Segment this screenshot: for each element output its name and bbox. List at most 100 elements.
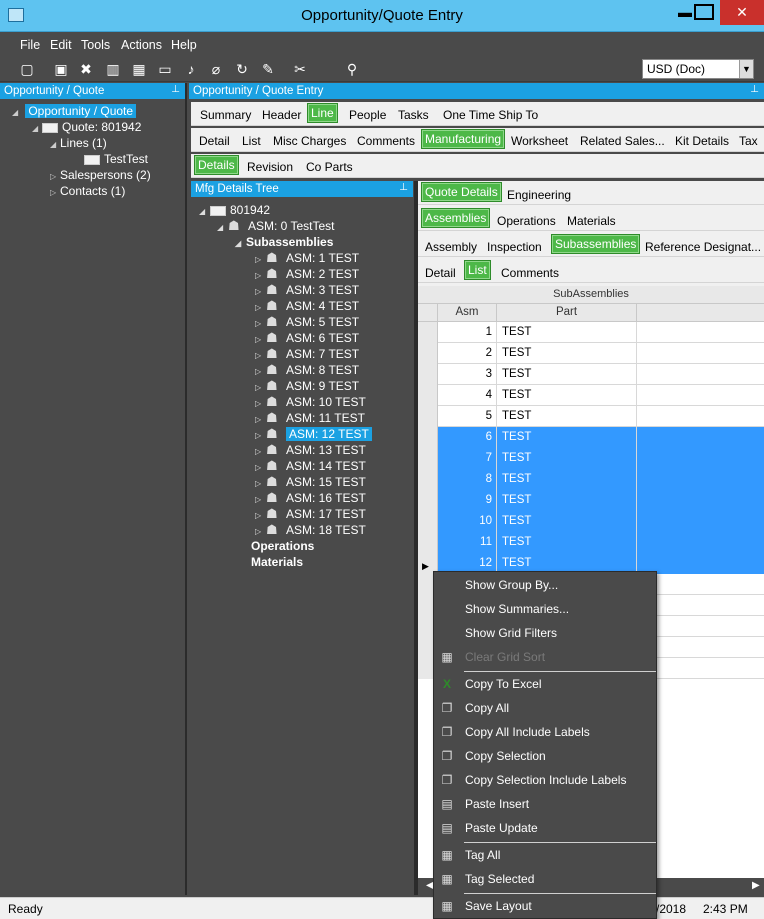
tab-assembly[interactable]: Assembly — [425, 240, 477, 254]
grid-icon[interactable]: ▦ — [130, 60, 148, 78]
menu-item-copy-selection[interactable]: ❐ Copy Selection — [434, 745, 656, 767]
expand-icon[interactable]: ◢ — [235, 236, 246, 252]
tree-asm-0[interactable]: ◢ ☗ ASM: 0 TestTest — [217, 218, 334, 234]
pin-icon[interactable]: ⊥ — [399, 181, 408, 195]
menu-help[interactable]: Help — [171, 38, 197, 52]
binoculars-icon[interactable]: ⚲ — [343, 60, 361, 78]
tab-header[interactable]: Header — [262, 108, 301, 122]
tab-assemblies[interactable]: Assemblies — [421, 208, 491, 228]
table-row[interactable]: 3 TEST — [418, 364, 764, 385]
menu-item-copy-all-include-labels[interactable]: ❐ Copy All Include Labels — [434, 721, 656, 743]
tree-subassembly-item[interactable]: ▷ ☗ ASM: 5 TEST — [255, 314, 359, 330]
expand-icon[interactable]: ◢ — [199, 204, 210, 220]
cell-asm[interactable]: 10 — [438, 511, 497, 532]
tab-one-time-ship-to[interactable]: One Time Ship To — [443, 108, 538, 122]
clear-icon[interactable]: ✎ — [259, 60, 277, 78]
tree-subassembly-item[interactable]: ▷ ☗ ASM: 14 TEST — [255, 458, 366, 474]
tree-subassembly-item[interactable]: ▷ ☗ ASM: 15 TEST — [255, 474, 366, 490]
menu-item-paste-insert[interactable]: ▤ Paste Insert — [434, 793, 656, 815]
expand-icon[interactable]: ◢ — [32, 121, 42, 137]
row-selector[interactable] — [418, 490, 438, 511]
cell-asm[interactable]: 2 — [438, 343, 497, 364]
tab-subassemblies[interactable]: Subassemblies — [551, 234, 641, 254]
cell-asm[interactable]: 7 — [438, 448, 497, 469]
tab-misc-charges[interactable]: Misc Charges — [273, 134, 346, 148]
tree-subassembly-item[interactable]: ▷ ☗ ASM: 8 TEST — [255, 362, 359, 378]
table-row[interactable]: 4 TEST — [418, 385, 764, 406]
tree-subassembly-item[interactable]: ▷ ☗ ASM: 3 TEST — [255, 282, 359, 298]
cell-asm[interactable]: 3 — [438, 364, 497, 385]
menu-item-save-layout[interactable]: ▦ Save Layout — [434, 895, 656, 917]
menu-file[interactable]: File — [20, 38, 40, 52]
attach-icon[interactable]: ⌀ — [207, 60, 225, 78]
row-selector[interactable] — [418, 322, 438, 343]
cell-asm[interactable]: 1 — [438, 322, 497, 343]
row-selector[interactable] — [418, 427, 438, 448]
tree-contacts[interactable]: ▷ Contacts (1) — [50, 183, 125, 201]
tree-subassembly-item[interactable]: ▷ ☗ ASM: 18 TEST — [255, 522, 366, 538]
pin-icon[interactable]: ⊥ — [171, 83, 180, 97]
collapse-icon[interactable]: ▷ — [50, 185, 60, 201]
phone-icon[interactable]: ♪ — [182, 60, 200, 78]
tree-subassembly-item[interactable]: ▷ ☗ ASM: 17 TEST — [255, 506, 366, 522]
cell-part[interactable]: TEST — [497, 343, 637, 364]
cell-asm[interactable]: 9 — [438, 490, 497, 511]
tab-manufacturing[interactable]: Manufacturing — [421, 129, 506, 149]
cell-part[interactable]: TEST — [497, 448, 637, 469]
tab-sub-comments[interactable]: Comments — [501, 266, 559, 280]
tree-subassembly-item[interactable]: ▷ ☗ ASM: 10 TEST — [255, 394, 366, 410]
menu-tools[interactable]: Tools — [81, 38, 110, 52]
tab-worksheet[interactable]: Worksheet — [511, 134, 568, 148]
tab-revision[interactable]: Revision — [247, 160, 293, 174]
tree-subassembly-item[interactable]: ▷ ☗ ASM: 1 TEST — [255, 250, 359, 266]
tab-materials[interactable]: Materials — [567, 214, 616, 228]
table-row[interactable]: 6 TEST — [418, 427, 764, 448]
menu-item-paste-update[interactable]: ▤ Paste Update — [434, 817, 656, 839]
tab-sub-list[interactable]: List — [464, 260, 491, 280]
menu-edit[interactable]: Edit — [50, 38, 72, 52]
cell-asm[interactable]: 4 — [438, 385, 497, 406]
cell-asm[interactable]: 8 — [438, 469, 497, 490]
menu-item-show-group-by[interactable]: Show Group By... — [434, 574, 656, 596]
tab-operations[interactable]: Operations — [497, 214, 556, 228]
tab-kit-details[interactable]: Kit Details — [675, 134, 729, 148]
cell-part[interactable]: TEST — [497, 406, 637, 427]
table-row[interactable]: 11 TEST — [418, 532, 764, 553]
tab-co-parts[interactable]: Co Parts — [306, 160, 353, 174]
tab-engineering[interactable]: Engineering — [507, 188, 571, 202]
menu-item-copy-selection-include-labels[interactable]: ❐ Copy Selection Include Labels — [434, 769, 656, 791]
cell-part[interactable]: TEST — [497, 427, 637, 448]
cut-icon[interactable]: ✂ — [291, 60, 309, 78]
tab-reference-designators[interactable]: Reference Designat... — [645, 240, 761, 254]
cell-part[interactable]: TEST — [497, 532, 637, 553]
tree-subassembly-item[interactable]: ▷ ☗ ASM: 11 TEST — [255, 410, 365, 426]
row-selector[interactable] — [418, 364, 438, 385]
delete-icon[interactable]: ✖ — [77, 60, 95, 78]
cell-asm[interactable]: 11 — [438, 532, 497, 553]
tree-subassembly-item[interactable]: ▷ ☗ ASM: 12 TEST — [255, 426, 372, 442]
tab-comments[interactable]: Comments — [357, 134, 415, 148]
menu-item-show-grid-filters[interactable]: Show Grid Filters — [434, 622, 656, 644]
menu-item-show-summaries[interactable]: Show Summaries... — [434, 598, 656, 620]
tree-operations[interactable]: Operations — [251, 538, 314, 554]
tree-subassemblies[interactable]: ◢ Subassemblies — [235, 234, 333, 250]
memo-icon[interactable]: ▭ — [156, 60, 174, 78]
tab-summary[interactable]: Summary — [200, 108, 251, 122]
tree-root[interactable]: ◢ 801942 — [199, 202, 270, 218]
maximize-button[interactable] — [694, 4, 714, 20]
table-row[interactable]: 8 TEST — [418, 469, 764, 490]
expand-icon[interactable]: ◢ — [12, 105, 22, 121]
row-selector[interactable] — [418, 532, 438, 553]
tree-materials[interactable]: Materials — [251, 554, 303, 570]
tab-tax[interactable]: Tax — [739, 134, 758, 148]
currency-select[interactable]: USD (Doc) ▼ — [642, 59, 754, 79]
menu-item-copy-all[interactable]: ❐ Copy All — [434, 697, 656, 719]
row-selector[interactable] — [418, 406, 438, 427]
cell-part[interactable]: TEST — [497, 490, 637, 511]
close-button[interactable]: ✕ — [720, 0, 764, 25]
tab-list[interactable]: List — [242, 134, 261, 148]
tree-subassembly-item[interactable]: ▷ ☗ ASM: 13 TEST — [255, 442, 366, 458]
tree-subassembly-item[interactable]: ▷ ☗ ASM: 6 TEST — [255, 330, 359, 346]
cell-part[interactable]: TEST — [497, 469, 637, 490]
tab-related-sales[interactable]: Related Sales... — [580, 134, 665, 148]
